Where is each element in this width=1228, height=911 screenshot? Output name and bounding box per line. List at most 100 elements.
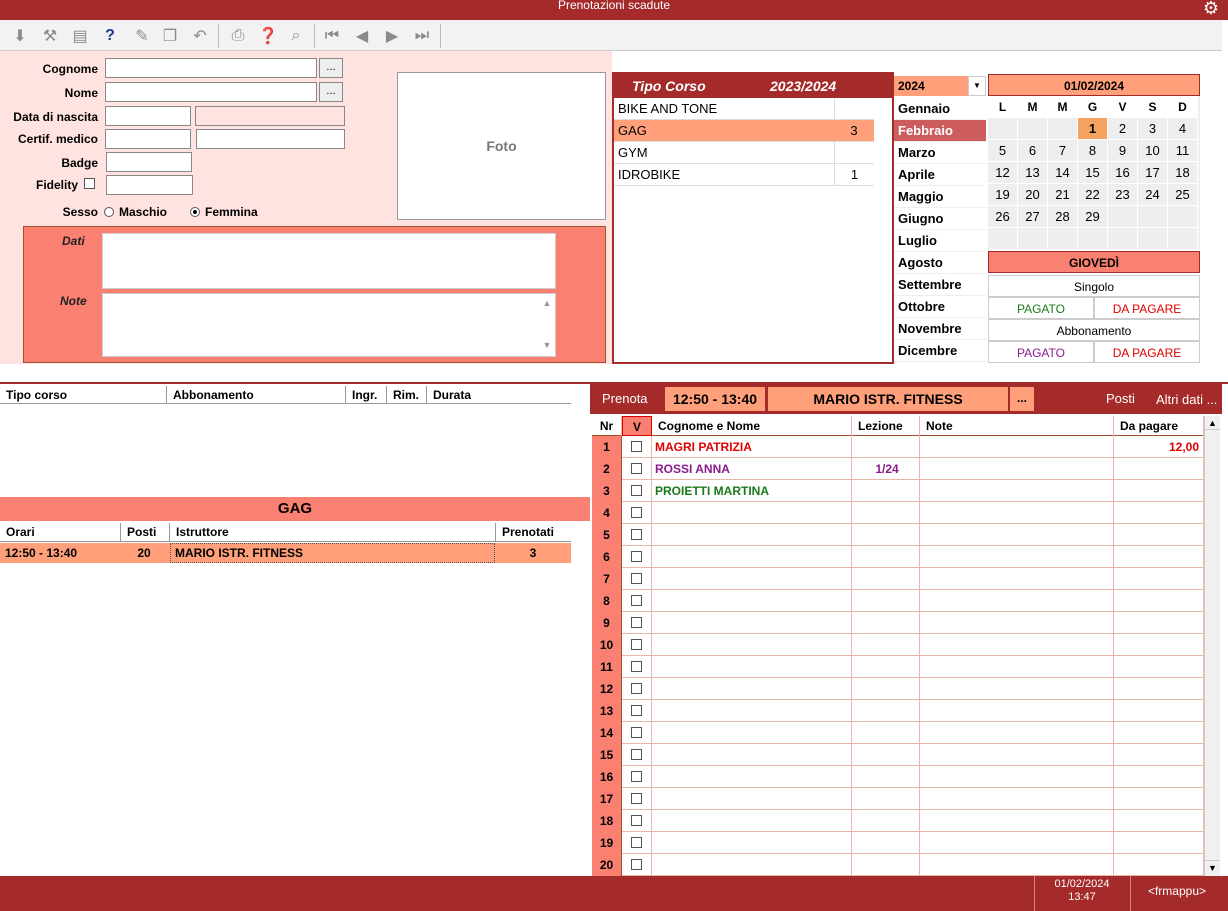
row-note[interactable]: [920, 480, 1114, 502]
month-item-luglio[interactable]: Luglio: [894, 230, 986, 252]
nascita-input[interactable]: [105, 106, 191, 126]
arrow-down-icon[interactable]: ⬇: [8, 24, 32, 48]
singolo-pagato[interactable]: PAGATO: [988, 297, 1094, 319]
row-checkbox-cell[interactable]: [622, 722, 652, 744]
booking-scrollbar[interactable]: ▲ ▼: [1204, 416, 1220, 876]
col-prenotati[interactable]: Prenotati: [495, 523, 554, 542]
calendar-day[interactable]: 3: [1138, 118, 1168, 140]
cognome-input[interactable]: [105, 58, 317, 78]
gear-icon[interactable]: ⚙: [1202, 0, 1220, 18]
row-checkbox-cell[interactable]: [622, 546, 652, 568]
calendar-day[interactable]: 4: [1168, 118, 1198, 140]
row-checkbox-cell[interactable]: [622, 568, 652, 590]
row-checkbox[interactable]: [631, 771, 642, 782]
calendar-day[interactable]: 7: [1048, 140, 1078, 162]
booking-row[interactable]: 1 MAGRI PATRIZIA 12,00: [592, 436, 1204, 458]
calendar-day[interactable]: 22: [1078, 184, 1108, 206]
month-item-febbraio[interactable]: Febbraio: [894, 120, 986, 142]
fidelity-input[interactable]: [106, 175, 193, 195]
row-checkbox-cell[interactable]: [622, 788, 652, 810]
booking-row[interactable]: 9: [592, 612, 1204, 634]
month-item-ottobre[interactable]: Ottobre: [894, 296, 986, 318]
row-note[interactable]: [920, 458, 1114, 480]
first-icon[interactable]: ⏮: [320, 24, 344, 48]
booking-row[interactable]: 19: [592, 832, 1204, 854]
row-checkbox[interactable]: [631, 661, 642, 672]
booking-row[interactable]: 5: [592, 524, 1204, 546]
chevron-down-icon[interactable]: ▼: [968, 76, 986, 96]
row-note[interactable]: [920, 436, 1114, 458]
posti-button[interactable]: Posti: [1106, 391, 1135, 406]
row-checkbox[interactable]: [631, 837, 642, 848]
month-item-gennaio[interactable]: Gennaio: [894, 98, 986, 120]
singolo-da-pagare[interactable]: DA PAGARE: [1094, 297, 1200, 319]
booking-row[interactable]: 6: [592, 546, 1204, 568]
femmina-radio[interactable]: Femmina: [190, 205, 258, 219]
month-item-novembre[interactable]: Novembre: [894, 318, 986, 340]
row-note[interactable]: [920, 590, 1114, 612]
row-checkbox[interactable]: [631, 441, 642, 452]
instructor-lookup-button[interactable]: ...: [1010, 387, 1034, 411]
undo-icon[interactable]: ↶: [188, 24, 212, 48]
row-checkbox[interactable]: [631, 639, 642, 650]
booking-row[interactable]: 18: [592, 810, 1204, 832]
calendar-day[interactable]: 9: [1108, 140, 1138, 162]
dati-textarea[interactable]: [102, 233, 556, 289]
badge-input[interactable]: [106, 152, 192, 172]
month-item-settembre[interactable]: Settembre: [894, 274, 986, 296]
course-row[interactable]: GYM: [614, 142, 874, 164]
row-checkbox[interactable]: [631, 529, 642, 540]
note-scrollbar[interactable]: ▲ ▼: [541, 296, 553, 354]
row-note[interactable]: [920, 502, 1114, 524]
row-checkbox[interactable]: [631, 485, 642, 496]
calendar-day[interactable]: 13: [1018, 162, 1048, 184]
row-checkbox-cell[interactable]: [622, 766, 652, 788]
row-checkbox[interactable]: [631, 551, 642, 562]
row-checkbox[interactable]: [631, 507, 642, 518]
row-checkbox-cell[interactable]: [622, 700, 652, 722]
row-note[interactable]: [920, 678, 1114, 700]
col-abbonamento[interactable]: Abbonamento: [166, 386, 254, 404]
row-checkbox-cell[interactable]: [622, 480, 652, 502]
scroll-up-icon[interactable]: ▲: [1205, 416, 1220, 430]
row-checkbox-cell[interactable]: [622, 634, 652, 656]
col-durata[interactable]: Durata: [426, 386, 471, 404]
row-checkbox[interactable]: [631, 463, 642, 474]
row-checkbox-cell[interactable]: [622, 502, 652, 524]
row-checkbox-cell[interactable]: [622, 854, 652, 876]
notes-icon[interactable]: ▤: [68, 24, 92, 48]
certif-extra-input[interactable]: [196, 129, 345, 149]
row-checkbox-cell[interactable]: [622, 810, 652, 832]
booking-row[interactable]: 11: [592, 656, 1204, 678]
calendar-day[interactable]: 20: [1018, 184, 1048, 206]
month-item-aprile[interactable]: Aprile: [894, 164, 986, 186]
nome-lookup-button[interactable]: ...: [319, 82, 343, 102]
maschio-radio[interactable]: Maschio: [104, 205, 167, 219]
month-item-maggio[interactable]: Maggio: [894, 186, 986, 208]
abbonamento-da-pagare[interactable]: DA PAGARE: [1094, 341, 1200, 363]
fidelity-checkbox[interactable]: [84, 178, 95, 189]
copy-icon[interactable]: ❐: [158, 24, 182, 48]
row-note[interactable]: [920, 788, 1114, 810]
booking-row[interactable]: 20: [592, 854, 1204, 876]
calendar-day[interactable]: 6: [1018, 140, 1048, 162]
course-row[interactable]: BIKE AND TONE: [614, 98, 874, 120]
calendar-day[interactable]: 24: [1138, 184, 1168, 206]
preview-icon[interactable]: ⌕: [284, 24, 308, 48]
row-checkbox[interactable]: [631, 859, 642, 870]
cognome-lookup-button[interactable]: ...: [319, 58, 343, 78]
row-checkbox[interactable]: [631, 683, 642, 694]
calendar-day[interactable]: 18: [1168, 162, 1198, 184]
calendar-day[interactable]: 21: [1048, 184, 1078, 206]
calendar-day[interactable]: 29: [1078, 206, 1108, 228]
booking-row[interactable]: 16: [592, 766, 1204, 788]
calendar-day[interactable]: 16: [1108, 162, 1138, 184]
row-checkbox[interactable]: [631, 573, 642, 584]
row-checkbox-cell[interactable]: [622, 744, 652, 766]
row-checkbox-cell[interactable]: [622, 524, 652, 546]
row-note[interactable]: [920, 832, 1114, 854]
calendar-day[interactable]: 14: [1048, 162, 1078, 184]
calendar-day[interactable]: 25: [1168, 184, 1198, 206]
row-checkbox-cell[interactable]: [622, 656, 652, 678]
course-row-selected[interactable]: GAG 3: [614, 120, 874, 142]
